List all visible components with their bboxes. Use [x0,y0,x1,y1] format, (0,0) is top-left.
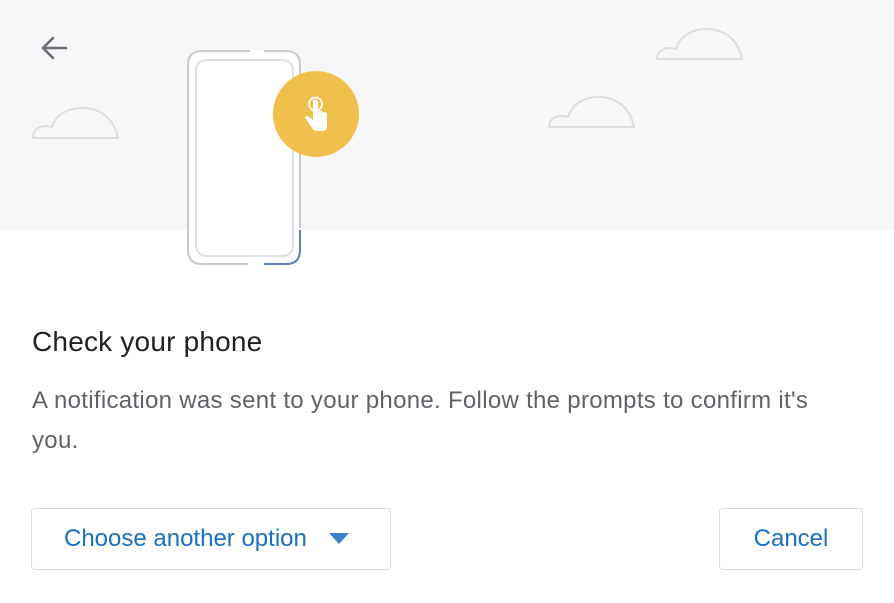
cloud-icon [32,107,119,139]
choose-another-option-label: Choose another option [64,525,307,552]
caret-down-icon [328,533,349,545]
cloud-icon [656,28,743,60]
verification-dialog: Check your phone A notification was sent… [0,0,894,603]
cloud-icon [548,96,635,128]
instruction-message: A notification was sent to your phone. F… [32,387,809,454]
arrow-left-icon [41,36,68,60]
cancel-label: Cancel [753,525,829,552]
back-button[interactable] [34,30,74,66]
choose-another-option-button[interactable]: Choose another option [31,508,391,570]
hero-banner [0,0,894,230]
page-title: Check your phone [32,326,263,357]
cancel-button[interactable]: Cancel [719,508,863,570]
